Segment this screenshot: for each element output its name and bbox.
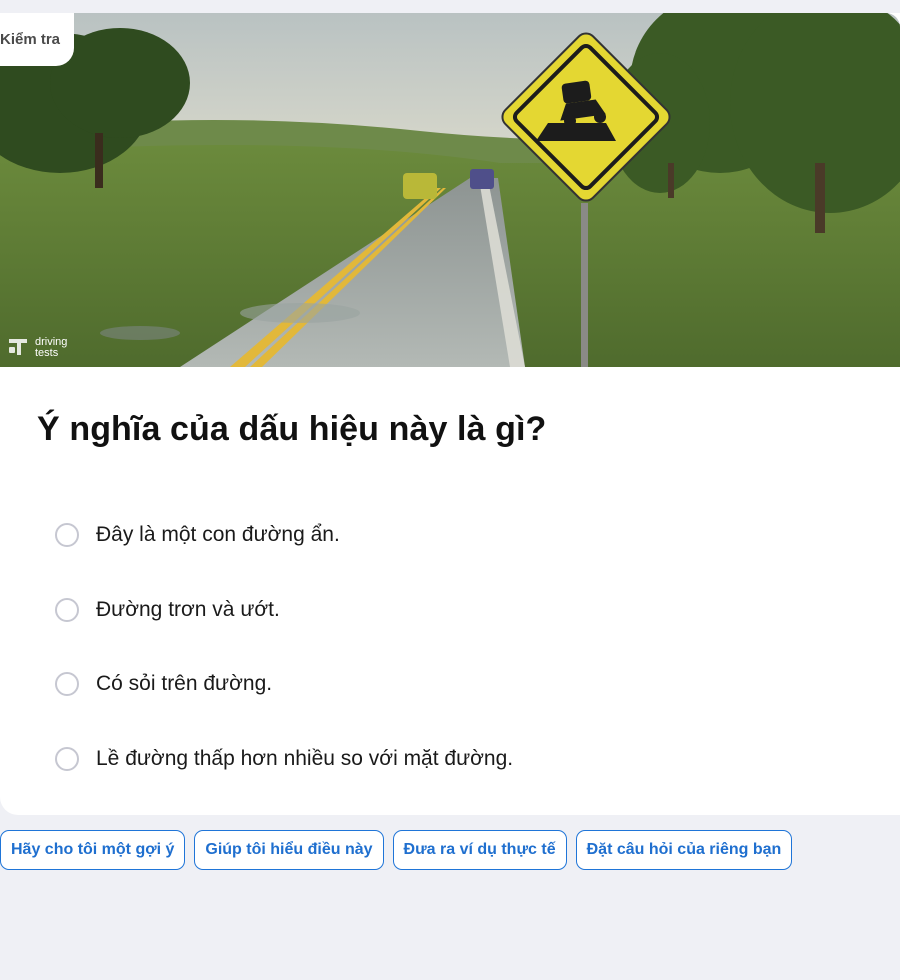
answer-option-label: Có sỏi trên đường. <box>96 672 273 695</box>
answer-options: Đây là một con đường ẩn. Đường trơn và ư… <box>55 507 855 805</box>
question-card: driving tests Kiểm tra Ý nghĩa của dấu h… <box>0 13 900 815</box>
example-chip-button[interactable]: Đưa ra ví dụ thực tế <box>392 830 567 870</box>
watermark-line2: tests <box>35 347 59 359</box>
question-image: driving tests <box>0 13 900 367</box>
radio-button-icon[interactable] <box>55 597 79 622</box>
answer-option-label: Lề đường thấp hơn nhiều so với mặt đường… <box>96 746 514 770</box>
radio-button-icon[interactable] <box>55 672 79 696</box>
category-tag-label: Kiểm tra <box>0 31 61 48</box>
category-tag: Kiểm tra <box>0 13 75 66</box>
road-sign-scene-image: driving tests <box>0 13 900 367</box>
explain-chip-button[interactable]: Giúp tôi hiểu điều này <box>194 830 384 870</box>
answer-option-label: Đường trơn và ướt. <box>96 597 280 621</box>
hint-chip-button[interactable]: Hãy cho tôi một gợi ý <box>0 830 186 870</box>
answer-option[interactable]: Có sỏi trên đường. <box>55 656 855 712</box>
answer-option[interactable]: Đây là một con đường ẩn. <box>55 507 855 563</box>
suggestion-chips: Hãy cho tôi một gợi ý Giúp tôi hiểu điều… <box>0 830 793 870</box>
radio-button-icon[interactable] <box>55 523 79 547</box>
answer-option-label: Đây là một con đường ẩn. <box>96 523 340 546</box>
radio-button-icon[interactable] <box>55 746 79 771</box>
ask-question-chip-button[interactable]: Đặt câu hỏi của riêng bạn <box>575 830 793 870</box>
answer-option[interactable]: Đường trơn và ướt. <box>55 582 855 638</box>
question-title: Ý nghĩa của dấu hiệu này là gì? <box>37 410 547 448</box>
answer-option[interactable]: Lề đường thấp hơn nhiều so với mặt đường… <box>55 731 855 787</box>
